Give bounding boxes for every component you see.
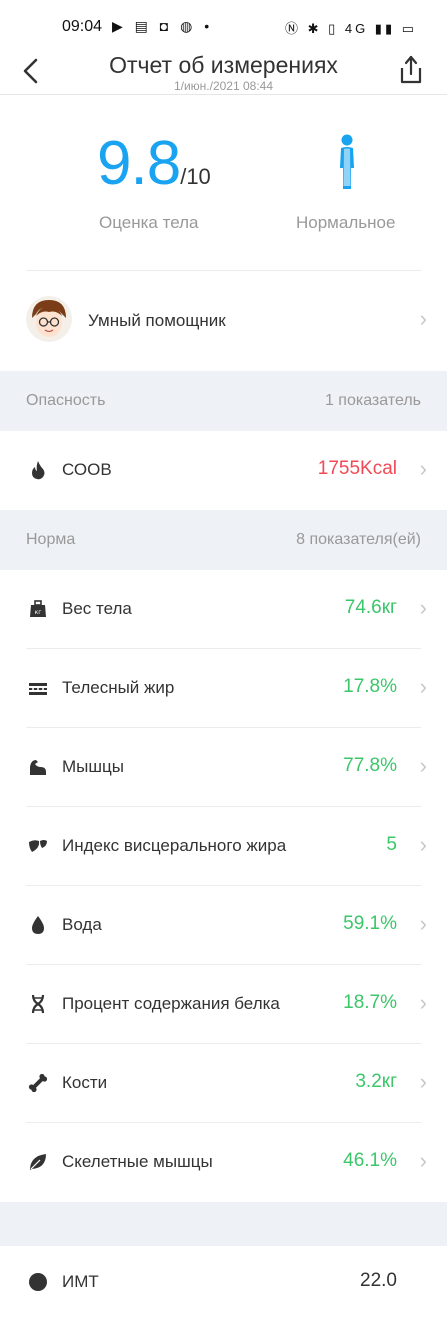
chevron-right-icon: › — [419, 306, 427, 331]
body-type-label: Нормальное — [296, 213, 396, 232]
app-header: Отчет об измерениях 1/июн./2021 08:44 — [0, 52, 447, 95]
metric-row-bmi[interactable]: ИМТ 22.0 — [0, 1246, 447, 1325]
status-time: 09:04 — [62, 18, 103, 35]
bone-icon — [28, 1073, 48, 1093]
metric-row-bmr[interactable]: СООВ 1755Kcal › — [0, 431, 447, 510]
section-spacer — [0, 1202, 447, 1246]
metric-row-protein[interactable]: Процент содержания белка 18.7% › — [0, 965, 447, 1044]
metric-row-body-fat[interactable]: Телесный жир 17.8% › — [0, 649, 447, 728]
danger-count: 1 показатель — [324, 392, 421, 409]
fat-icon — [29, 683, 47, 695]
metric-value: 18.7% — [343, 992, 397, 1013]
metric-value: 22.0 — [360, 1270, 397, 1291]
metric-row-muscle[interactable]: Мышцы 77.8% › — [0, 728, 447, 807]
metric-value: 3.2кг — [355, 1071, 397, 1092]
muscle-icon — [30, 760, 46, 775]
leaf-icon — [30, 1154, 46, 1170]
score-decimal: 8 — [146, 129, 181, 198]
metric-label: ИМТ — [62, 1272, 99, 1291]
metric-row-visceral-fat[interactable]: Индекс висцерального жира 5 › — [0, 807, 447, 886]
metric-value: 59.1% — [343, 913, 397, 934]
smart-assistant-row[interactable]: Умный помощник › — [0, 272, 447, 370]
share-icon[interactable] — [397, 54, 425, 86]
system-icons: Ⓝ ✱ ▯ 4G ▮▮ ▭ — [284, 21, 417, 36]
metric-value: 17.8% — [343, 676, 397, 697]
danger-section-header: Опасность 1 показатель — [0, 371, 447, 431]
visceral-fat-icon — [29, 840, 47, 852]
normal-count: 8 показателя(ей) — [296, 531, 421, 548]
danger-title: Опасность — [26, 392, 106, 409]
status-bar: 09:04 ▶ ▤ ◘ ◍ • Ⓝ ✱ ▯ 4G ▮▮ ▭ — [0, 0, 447, 52]
chevron-right-icon: › — [419, 595, 427, 620]
normal-title: Норма — [26, 531, 76, 548]
chevron-right-icon: › — [419, 990, 427, 1015]
metric-label: Вода — [62, 915, 102, 934]
svg-text:кг: кг — [35, 609, 42, 616]
metric-row-skeletal-muscle[interactable]: Скелетные мышцы 46.1% › — [0, 1123, 447, 1202]
metric-row-weight[interactable]: кг Вес тела 74.6кг › — [0, 570, 447, 649]
divider — [26, 270, 421, 271]
assistant-label: Умный помощник — [88, 311, 226, 330]
protein-dna-icon — [31, 994, 45, 1014]
metric-value: 74.6кг — [344, 597, 397, 618]
metric-row-bone[interactable]: Кости 3.2кг › — [0, 1044, 447, 1123]
body-figure-icon — [340, 134, 354, 189]
chevron-right-icon: › — [419, 1148, 427, 1173]
body-score: 9.8/10 — [97, 128, 211, 199]
metric-label: Индекс висцерального жира — [62, 836, 287, 855]
metric-value: 1755Kcal — [317, 458, 397, 479]
metric-value: 46.1% — [343, 1150, 397, 1171]
assistant-avatar — [26, 296, 72, 342]
metric-label: Скелетные мышцы — [62, 1152, 213, 1171]
score-max: /10 — [180, 164, 211, 189]
chevron-right-icon: › — [419, 1069, 427, 1094]
metric-row-water[interactable]: Вода 59.1% › — [0, 886, 447, 965]
score-label: Оценка тела — [99, 213, 199, 232]
metric-value: 77.8% — [343, 755, 397, 776]
chevron-right-icon: › — [419, 674, 427, 699]
chevron-right-icon: › — [419, 911, 427, 936]
metric-label: Телесный жир — [62, 678, 175, 697]
measurement-date: 1/июн./2021 08:44 — [173, 79, 274, 93]
flame-icon — [32, 461, 45, 480]
score-integer: 9. — [97, 129, 148, 198]
page-title: Отчет об измерениях — [109, 52, 338, 78]
metric-value: 5 — [386, 834, 397, 855]
notification-icons: ▶ ▤ ◘ ◍ • — [112, 18, 214, 34]
chevron-right-icon: › — [419, 456, 427, 481]
normal-section-header: Норма 8 показателя(ей) — [0, 510, 447, 570]
metric-label: Процент содержания белка — [62, 994, 280, 1013]
metric-label: Мышцы — [62, 757, 124, 776]
water-drop-icon — [32, 916, 44, 934]
metric-label: Вес тела — [62, 599, 132, 618]
bmi-icon — [29, 1273, 47, 1291]
metric-label: Кости — [62, 1073, 108, 1092]
chevron-right-icon: › — [419, 753, 427, 778]
metric-label: СООВ — [62, 460, 112, 479]
chevron-right-icon: › — [419, 832, 427, 857]
weight-icon: кг — [30, 600, 46, 617]
